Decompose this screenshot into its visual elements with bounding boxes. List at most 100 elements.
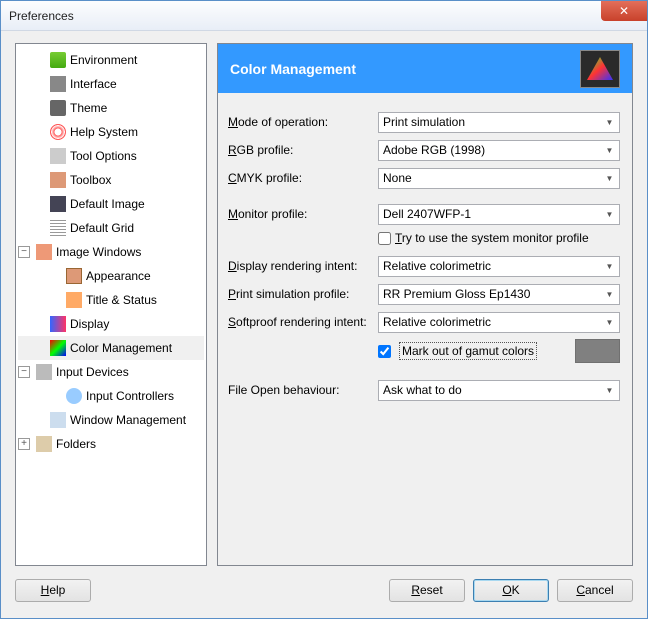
- mode-label: Mode of operation:: [228, 115, 378, 129]
- titlebar: Preferences ✕: [1, 1, 647, 31]
- file-open-label: File Open behaviour:: [228, 383, 378, 397]
- cmyk-profile-dropdown[interactable]: None▼: [378, 168, 620, 189]
- tool-icon: [50, 148, 66, 164]
- grid-icon: [50, 220, 66, 236]
- gamut-triangle-icon: [580, 50, 620, 88]
- winmgmt-icon: [50, 412, 66, 428]
- cancel-button[interactable]: Cancel: [557, 579, 633, 602]
- tree-item-appearance[interactable]: Appearance: [18, 264, 204, 288]
- tree-item-image-windows[interactable]: − Image Windows: [18, 240, 204, 264]
- tree-item-label: Default Grid: [70, 221, 134, 235]
- controllers-icon: [66, 388, 82, 404]
- tree-item-environment[interactable]: Environment: [18, 48, 204, 72]
- tree-item-display[interactable]: Display: [18, 312, 204, 336]
- gamut-color-swatch[interactable]: [575, 339, 620, 363]
- tree-item-label: Environment: [70, 53, 137, 67]
- gamut-checkbox[interactable]: [378, 345, 391, 358]
- collapse-icon[interactable]: −: [18, 246, 30, 258]
- chevron-down-icon: ▼: [602, 315, 617, 330]
- tree-item-help-system[interactable]: Help System: [18, 120, 204, 144]
- env-icon: [50, 52, 66, 68]
- ok-button[interactable]: OK: [473, 579, 549, 602]
- preferences-window: Preferences ✕ Environment Interface Theme H…: [0, 0, 648, 619]
- color-icon: [50, 340, 66, 356]
- appear-icon: [66, 268, 82, 284]
- print-sim-label: Print simulation profile:: [228, 287, 378, 301]
- mode-dropdown[interactable]: Print simulation▼: [378, 112, 620, 133]
- print-sim-profile-dropdown[interactable]: RR Premium Gloss Ep1430▼: [378, 284, 620, 305]
- rgb-label: RGB profile:: [228, 143, 378, 157]
- chevron-down-icon: ▼: [602, 259, 617, 274]
- monitor-profile-dropdown[interactable]: Dell 2407WFP-1▼: [378, 204, 620, 225]
- tree-item-tool-options[interactable]: Tool Options: [18, 144, 204, 168]
- title-icon: [66, 292, 82, 308]
- system-monitor-checkbox[interactable]: [378, 232, 391, 245]
- interface-icon: [50, 76, 66, 92]
- display-intent-label: Display rendering intent:: [228, 259, 378, 273]
- theme-icon: [50, 100, 66, 116]
- cmyk-label: CMYK profile:: [228, 171, 378, 185]
- tree-item-theme[interactable]: Theme: [18, 96, 204, 120]
- tree-item-window-management[interactable]: Window Management: [18, 408, 204, 432]
- system-monitor-label: Try to use the system monitor profile: [395, 231, 589, 245]
- tree-item-folders[interactable]: + Folders: [18, 432, 204, 456]
- tree-item-label: Input Controllers: [86, 389, 174, 403]
- softproof-intent-label: Softproof rendering intent:: [228, 315, 378, 329]
- tree-item-label: Folders: [56, 437, 96, 451]
- tree-item-toolbox[interactable]: Toolbox: [18, 168, 204, 192]
- tree-item-input-devices[interactable]: − Input Devices: [18, 360, 204, 384]
- panel-header: Color Management: [217, 43, 633, 93]
- reset-button[interactable]: Reset: [389, 579, 465, 602]
- chevron-down-icon: ▼: [602, 143, 617, 158]
- tree-item-label: Title & Status: [86, 293, 157, 307]
- tree-item-label: Window Management: [70, 413, 186, 427]
- tree-item-label: Tool Options: [70, 149, 137, 163]
- toolbox-icon: [50, 172, 66, 188]
- button-bar: Help Reset OK Cancel: [1, 572, 647, 618]
- tree-item-label: Display: [70, 317, 109, 331]
- tree-item-color-management[interactable]: Color Management: [18, 336, 204, 360]
- gamut-label: Mark out of gamut colors: [399, 344, 537, 358]
- help-icon: [50, 124, 66, 140]
- tree-item-title-status[interactable]: Title & Status: [18, 288, 204, 312]
- body-area: Environment Interface Theme Help System Tool…: [1, 31, 647, 572]
- input-icon: [36, 364, 52, 380]
- tree-item-label: Input Devices: [56, 365, 129, 379]
- file-open-dropdown[interactable]: Ask what to do▼: [378, 380, 620, 401]
- softproof-intent-dropdown[interactable]: Relative colorimetric▼: [378, 312, 620, 333]
- category-tree[interactable]: Environment Interface Theme Help System Tool…: [15, 43, 207, 566]
- rgb-profile-dropdown[interactable]: Adobe RGB (1998)▼: [378, 140, 620, 161]
- close-icon: ✕: [619, 4, 629, 18]
- tree-item-label: Interface: [70, 77, 117, 91]
- folders-icon: [36, 436, 52, 452]
- tree-item-label: Appearance: [86, 269, 151, 283]
- chevron-down-icon: ▼: [602, 287, 617, 302]
- tree-item-interface[interactable]: Interface: [18, 72, 204, 96]
- chevron-down-icon: ▼: [602, 171, 617, 186]
- panel-body: Mode of operation: Print simulation▼ RGB…: [217, 93, 633, 566]
- window-title: Preferences: [9, 9, 74, 23]
- display-intent-dropdown[interactable]: Relative colorimetric▼: [378, 256, 620, 277]
- imgwin-icon: [36, 244, 52, 260]
- help-button[interactable]: Help: [15, 579, 91, 602]
- panel-title: Color Management: [230, 61, 356, 77]
- tree-item-default-grid[interactable]: Default Grid: [18, 216, 204, 240]
- chevron-down-icon: ▼: [602, 115, 617, 130]
- close-button[interactable]: ✕: [601, 1, 647, 21]
- display-icon: [50, 316, 66, 332]
- tree-item-label: Toolbox: [70, 173, 111, 187]
- tree-item-default-image[interactable]: Default Image: [18, 192, 204, 216]
- chevron-down-icon: ▼: [602, 207, 617, 222]
- chevron-down-icon: ▼: [602, 383, 617, 398]
- tree-item-label: Theme: [70, 101, 107, 115]
- tree-item-label: Image Windows: [56, 245, 141, 259]
- collapse-icon[interactable]: −: [18, 366, 30, 378]
- tree-item-label: Color Management: [70, 341, 172, 355]
- tree-item-label: Default Image: [70, 197, 145, 211]
- monitor-label: Monitor profile:: [228, 207, 378, 221]
- content-panel: Color Management Mode of operation: Prin…: [217, 43, 633, 566]
- tree-item-input-controllers[interactable]: Input Controllers: [18, 384, 204, 408]
- defimg-icon: [50, 196, 66, 212]
- expand-icon[interactable]: +: [18, 438, 30, 450]
- tree-item-label: Help System: [70, 125, 138, 139]
